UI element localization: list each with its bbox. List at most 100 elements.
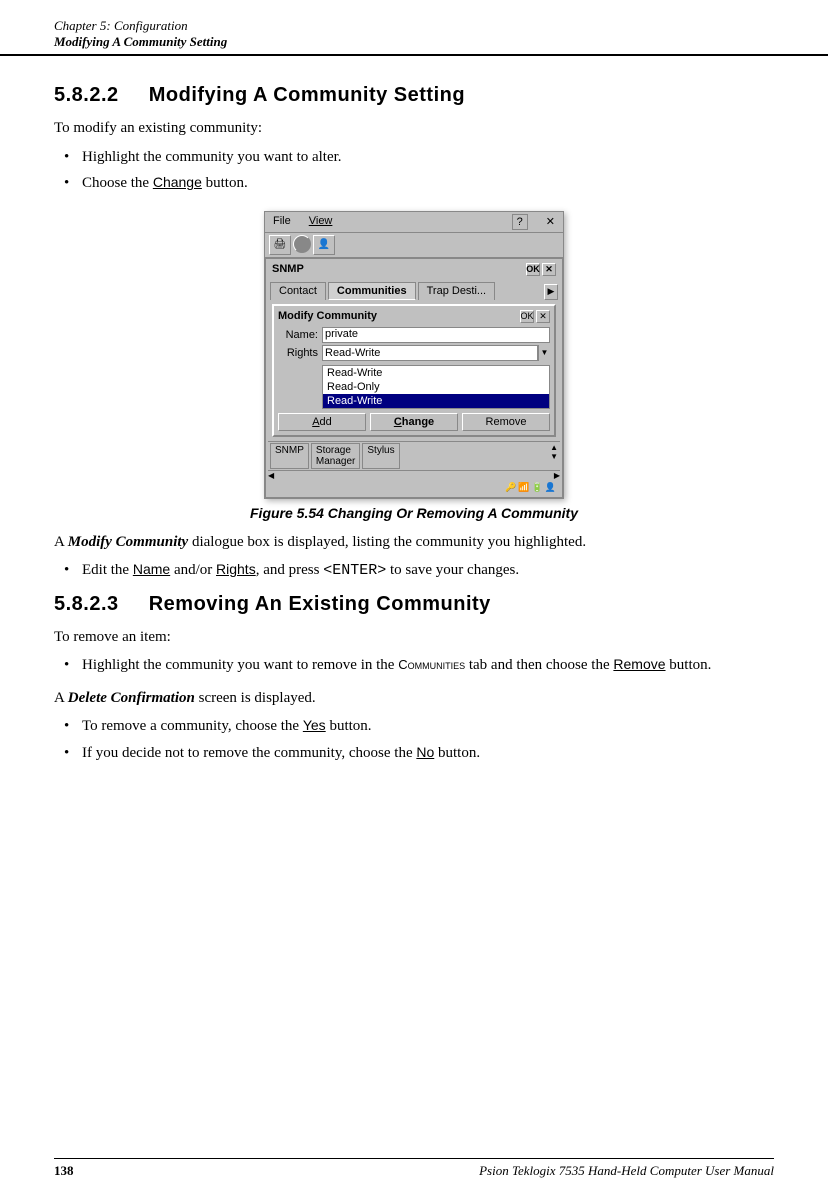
dropdown-item-readwrite-2[interactable]: Read-Write [323, 394, 549, 408]
snmp-close-btn[interactable]: ✕ [542, 263, 556, 276]
snmp-title: SNMP [272, 263, 304, 275]
page-footer: 138 Psion Teklogix 7535 Hand-Held Comput… [54, 1158, 774, 1179]
chapter-title: Modifying A Community Setting [54, 34, 774, 50]
status-icon-4: 👤 [545, 482, 556, 493]
dropdown-list: Read-Write Read-Only Read-Write [322, 365, 550, 409]
scroll-right-arrow[interactable]: ▶ [554, 471, 560, 480]
dropdown-item-readonly[interactable]: Read-Only [323, 380, 549, 394]
scroll-down-arrow[interactable]: ▼ [550, 452, 558, 461]
bullet-1: Highlight the community you want to alte… [54, 146, 774, 169]
add-label: dd [320, 416, 332, 428]
rights-field-row: Rights Read-Write ▼ [278, 345, 550, 361]
section-5822-bullets: Highlight the community you want to alte… [54, 146, 774, 195]
after-figure-bullets: Edit the Name and/or Rights, and press <… [54, 559, 774, 583]
toolbar: 🖨 👤 [265, 233, 563, 258]
final-bullet-1: To remove a community, choose the Yes bu… [54, 715, 774, 738]
after-figure-para: A Modify Community dialogue box is displ… [54, 531, 774, 554]
page-number: 138 [54, 1163, 74, 1179]
tab-contact[interactable]: Contact [270, 282, 326, 300]
modify-community-dialog: Modify Community OK ✕ Name: private Righ… [272, 304, 556, 437]
taskbar-snmp[interactable]: SNMP [270, 443, 309, 469]
dropdown-item-readwrite-1[interactable]: Read-Write [323, 366, 549, 380]
mod-close-btn[interactable]: ✕ [536, 310, 550, 323]
bullet-2-text: Choose the Change button. [82, 175, 248, 191]
tab-trap-dest[interactable]: Trap Desti... [418, 282, 496, 300]
delete-confirmation-ref: Delete Confirmation [68, 690, 195, 706]
mod-ok-x: OK ✕ [520, 310, 550, 323]
figure-caption: Figure 5.54 Changing Or Removing A Commu… [250, 505, 578, 521]
rights-dropdown-value[interactable]: Read-Write [322, 345, 538, 361]
section-5822-title: Modifying A Community Setting [149, 84, 465, 106]
section-5823-title: Removing An Existing Community [149, 593, 491, 615]
toolbar-icon-2[interactable] [293, 235, 311, 253]
status-bar: 🔑 📶 🔋 👤 [268, 480, 560, 495]
section-5823-bullets: Highlight the community you want to remo… [54, 654, 774, 677]
scrollbar-v: ▲ ▼ [550, 443, 558, 469]
section-5822-number: 5.8.2.2 [54, 84, 119, 106]
rights-dropdown-arrow-icon[interactable]: ▼ [538, 345, 550, 361]
scroll-up-arrow[interactable]: ▲ [550, 443, 558, 452]
page-content: 5.8.2.2 Modifying A Community Setting To… [0, 56, 828, 792]
bullet-1-text: Highlight the community you want to alte… [82, 149, 342, 165]
change-button-ref: Change [153, 174, 202, 190]
mod-fields: Name: private Rights Read-Write ▼ [278, 327, 550, 361]
section-5822-heading: 5.8.2.2 Modifying A Community Setting [54, 84, 774, 107]
name-input[interactable]: private [322, 327, 550, 343]
taskbar-stylus[interactable]: Stylus [362, 443, 399, 469]
snmp-ok-btn[interactable]: OK [526, 263, 540, 276]
add-button[interactable]: Add [278, 413, 366, 431]
section-5822-intro: To modify an existing community: [54, 117, 774, 140]
communities-tab-ref: Communities [398, 657, 465, 672]
menu-view[interactable]: View [305, 214, 337, 230]
status-icon-2: 📶 [518, 482, 529, 493]
status-icon-3: 🔋 [532, 482, 543, 493]
rights-dropdown[interactable]: Read-Write ▼ [322, 345, 550, 361]
rights-dropdown-list: Read-Write Read-Only Read-Write [322, 365, 550, 409]
figure-container: File View ? ✕ 🖨 👤 SNMP OK ✕ [54, 211, 774, 521]
section-5823-heading: 5.8.2.3 Removing An Existing Community [54, 593, 774, 616]
scroll-left-arrow[interactable]: ◀ [268, 471, 274, 480]
toolbar-icon-1[interactable]: 🖨 [269, 235, 291, 255]
snmp-ok-x: OK ✕ [526, 263, 556, 276]
final-bullets: To remove a community, choose the Yes bu… [54, 715, 774, 764]
remove-button[interactable]: Remove [462, 413, 550, 431]
yes-btn-ref: Yes [303, 717, 326, 733]
mod-title-bar: Modify Community OK ✕ [278, 310, 550, 323]
mod-ok-btn[interactable]: OK [520, 310, 534, 323]
tab-communities[interactable]: Communities [328, 282, 416, 300]
name-field-row: Name: private [278, 327, 550, 343]
rights-label: Rights [278, 347, 318, 359]
name-field-ref: Name [133, 561, 170, 577]
after-bullet-1: Edit the Name and/or Rights, and press <… [54, 559, 774, 583]
taskbar-items: SNMP StorageManager Stylus [270, 443, 400, 469]
snmp-panel: SNMP OK ✕ Contact Communities Trap Desti… [265, 258, 563, 498]
action-buttons: Add Change Remove [278, 413, 550, 431]
final-bullet-2: If you decide not to remove the communit… [54, 742, 774, 765]
remove-bullet-1: Highlight the community you want to remo… [54, 654, 774, 677]
scrollbar-h: ◀ ▶ [268, 470, 560, 480]
menu-close[interactable]: ✕ [542, 214, 559, 230]
status-icon-1: 🔑 [505, 482, 516, 493]
snmp-header: SNMP OK ✕ [268, 261, 560, 278]
windows-dialog: File View ? ✕ 🖨 👤 SNMP OK ✕ [264, 211, 564, 499]
name-label: Name: [278, 329, 318, 341]
mod-title: Modify Community [278, 310, 377, 322]
delete-confirmation-para: A Delete Confirmation screen is displaye… [54, 687, 774, 710]
rights-field-ref: Rights [216, 561, 256, 577]
bullet-2: Choose the Change button. [54, 172, 774, 195]
taskbar: SNMP StorageManager Stylus ▲ ▼ [268, 441, 560, 470]
enter-key-ref: <ENTER> [323, 562, 386, 579]
page-header: Chapter 5: Configuration Modifying A Com… [0, 0, 828, 56]
toolbar-icon-3[interactable]: 👤 [313, 235, 335, 255]
change-button[interactable]: Change [370, 413, 458, 431]
tab-scroll-right[interactable]: ▶ [544, 284, 558, 300]
menu-help[interactable]: ? [512, 214, 528, 230]
change-label: hange [402, 416, 434, 428]
taskbar-storage[interactable]: StorageManager [311, 443, 360, 469]
remove-btn-ref: Remove [613, 656, 665, 672]
modify-community-ref: Modify Community [68, 534, 188, 550]
menubar: File View ? ✕ [265, 212, 563, 233]
no-btn-ref: No [416, 744, 434, 760]
section-5823-number: 5.8.2.3 [54, 593, 119, 615]
menu-file[interactable]: File [269, 214, 295, 230]
